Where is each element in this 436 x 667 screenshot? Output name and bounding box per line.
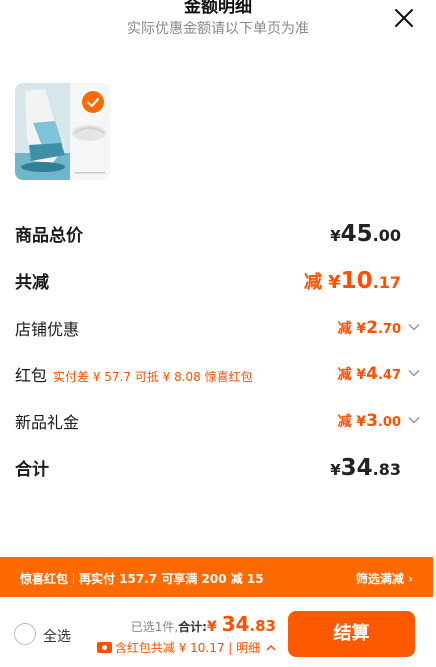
store-coupon-amount: 减 ¥2.70 <box>337 318 402 338</box>
filter-promo-link[interactable]: 筛选满减 › <box>356 570 413 587</box>
store-coupon-row[interactable]: 店铺优惠 减 ¥2.70 <box>15 316 421 346</box>
select-all-radio[interactable] <box>14 623 36 645</box>
store-coupon-label: 店铺优惠 <box>15 320 80 339</box>
sheet-header: 金额明细 实际优惠金额请以下单页为准 <box>0 0 436 46</box>
chevron-down-icon[interactable] <box>407 366 421 380</box>
red-packet-row[interactable]: 红包 实付差 ¥ 57.7 可抵 ¥ 8.08 惊喜红包 减 ¥4.47 <box>15 362 421 392</box>
subtotal-amount: ¥45.00 <box>330 221 401 247</box>
chevron-down-icon[interactable] <box>407 413 421 427</box>
checkout-bar: 全选 已选1件,合计:¥ 34.83 含红包共减 ¥ 10.17 | 明细 结算 <box>0 597 436 667</box>
total-amount: ¥34.83 <box>330 455 401 481</box>
amount-detail-sheet: 金额明细 实际优惠金额请以下单页为准 商品总价 ¥45.00 共减 减 ¥10.… <box>0 0 436 667</box>
subtotal-row: 商品总价 ¥45.00 <box>15 221 421 251</box>
sheet-subtitle: 实际优惠金额请以下单页为准 <box>127 21 309 37</box>
checkout-button[interactable]: 结算 <box>288 611 415 657</box>
new-gift-amount: 减 ¥3.00 <box>337 411 402 431</box>
total-label: 合计 <box>15 460 49 480</box>
red-packet-amount: 减 ¥4.47 <box>337 364 402 384</box>
discount-detail-toggle[interactable]: 含红包共减 ¥ 10.17 | 明细 <box>96 639 276 656</box>
product-select-check-icon[interactable] <box>80 89 106 115</box>
sheet-title: 金额明细 <box>184 0 252 17</box>
close-icon[interactable] <box>393 7 415 29</box>
total-discount-label: 共减 <box>15 273 49 293</box>
subtotal-label: 商品总价 <box>15 226 83 246</box>
total-row: 合计 ¥34.83 <box>15 455 421 485</box>
checkout-summary: 已选1件,合计:¥ 34.83 <box>130 612 276 636</box>
promo-banner-text: 惊喜红包 再实付 157.7 可享满 200 减 15 <box>20 572 264 586</box>
total-discount-row: 共减 减 ¥10.17 <box>15 268 421 298</box>
chevron-up-icon <box>266 644 276 651</box>
total-discount-amount: 减 ¥10.17 <box>303 268 401 294</box>
promo-banner: 惊喜红包 再实付 157.7 可享满 200 减 15 筛选满减 › <box>0 557 433 597</box>
ticket-icon <box>96 642 112 653</box>
chevron-down-icon[interactable] <box>407 320 421 334</box>
new-gift-label: 新品礼金 <box>15 413 80 432</box>
new-gift-row[interactable]: 新品礼金 减 ¥3.00 <box>15 409 421 439</box>
select-all-label[interactable]: 全选 <box>43 626 71 646</box>
red-packet-note: 实付差 ¥ 57.7 可抵 ¥ 8.08 惊喜红包 <box>53 370 253 384</box>
checkout-total-price: ¥ 34.83 <box>206 612 276 636</box>
red-packet-label: 红包 实付差 ¥ 57.7 可抵 ¥ 8.08 惊喜红包 <box>15 366 253 385</box>
